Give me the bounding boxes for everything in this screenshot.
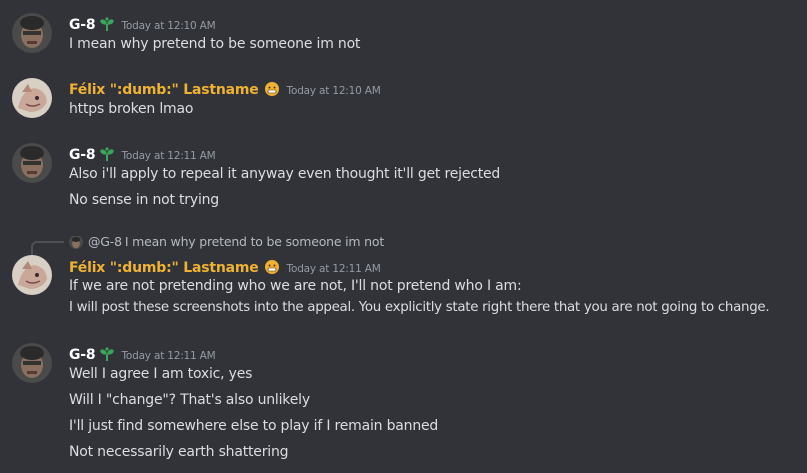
avatar-felix[interactable] [12,78,52,118]
timestamp: Today at 12:10 AM [286,85,381,97]
author-name[interactable]: Félix ":dumb:" Lastname [69,260,259,276]
grimace-emoji-icon [263,81,281,101]
message-text: I will post these screenshots into the a… [69,300,770,315]
message-text: Also i'll apply to repeal it anyway even… [69,166,501,182]
message-text: Well I agree I am toxic, yes [69,366,253,382]
avatar-g8[interactable] [12,143,52,183]
message-text: I'll just find somewhere else to play if… [69,418,439,434]
message-text: Not necessarily earth shattering [69,444,289,460]
timestamp: Today at 12:11 AM [121,350,216,362]
sprout-icon [99,346,115,366]
reply-avatar-g8 [69,235,83,249]
timestamp: Today at 12:10 AM [121,20,216,32]
sprout-icon [99,16,115,36]
author-name[interactable]: Félix ":dumb:" Lastname [69,82,259,98]
message-text: I mean why pretend to be someone im not [69,36,361,52]
timestamp: Today at 12:11 AM [286,263,381,275]
reply-preview-text[interactable]: I mean why pretend to be someone im not [125,234,384,249]
message-text: https broken lmao [69,101,194,117]
grimace-emoji-icon [263,259,281,279]
author-name[interactable]: G-8 [69,347,96,363]
author-name[interactable]: G-8 [69,147,96,163]
message-text: Will I "change"? That's also unlikely [69,392,310,408]
avatar-felix[interactable] [12,255,52,295]
message-text: No sense in not trying [69,192,219,208]
sprout-icon [99,146,115,166]
avatar-g8[interactable] [12,13,52,53]
avatar-g8[interactable] [12,343,52,383]
reply-spine [31,241,64,256]
message-text: If we are not pretending who we are not,… [69,278,522,294]
author-name[interactable]: G-8 [69,17,96,33]
timestamp: Today at 12:11 AM [121,150,216,162]
reply-mention[interactable]: @G-8 [88,234,122,249]
